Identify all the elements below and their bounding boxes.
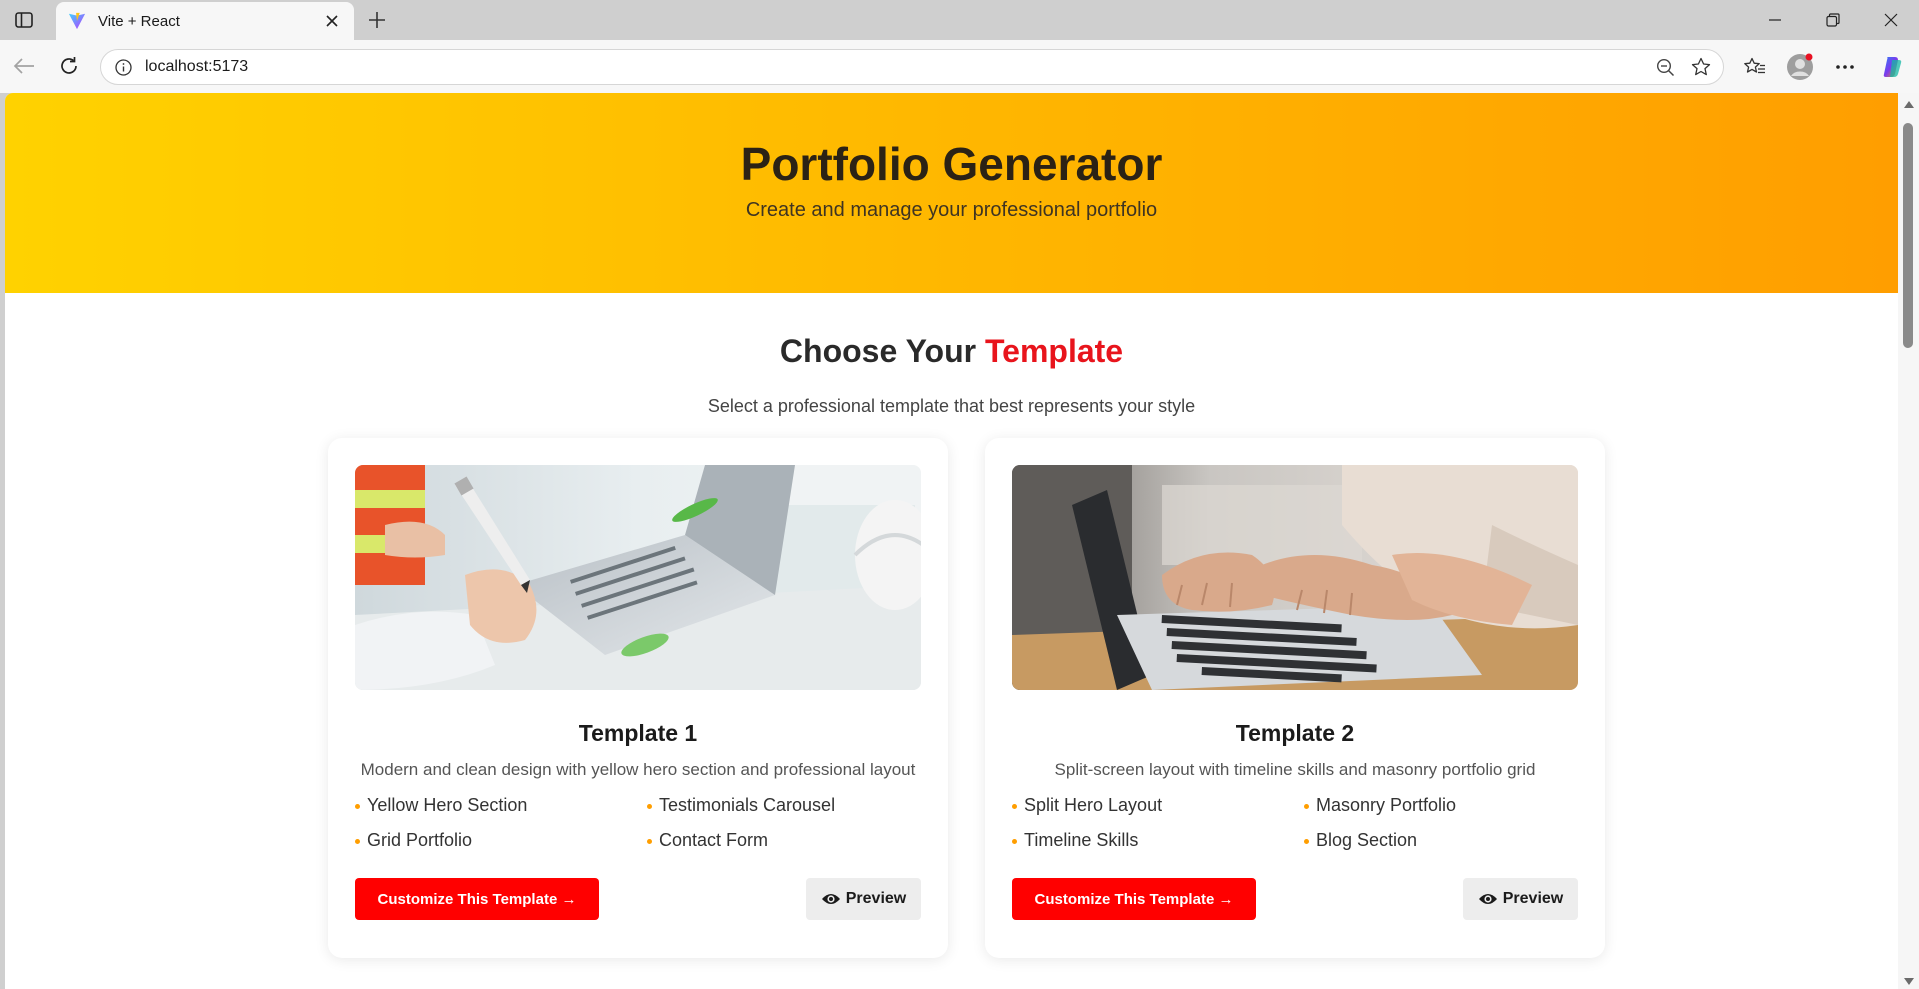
bullet-icon: [1304, 803, 1309, 809]
vite-favicon-icon: [68, 12, 86, 30]
zoom-out-icon[interactable]: [1647, 52, 1683, 82]
close-icon[interactable]: [322, 11, 342, 31]
page-viewport: Portfolio Generator Create and manage yo…: [5, 93, 1898, 989]
preview-label: Preview: [845, 890, 907, 907]
profile-icon[interactable]: [1785, 52, 1815, 82]
template-title: Template 2: [1235, 720, 1355, 746]
browser-tab-bar: Vite + React: [0, 0, 1919, 40]
preview-label: Preview: [1502, 890, 1564, 907]
template-title: Template 1: [578, 720, 698, 746]
feature-item: Contact Form: [647, 829, 921, 851]
feature-label: Blog Section: [1316, 829, 1418, 850]
template-card-2: Template 2 Split-screen layout with time…: [985, 438, 1605, 958]
url-text[interactable]: localhost:5173: [145, 58, 1647, 76]
bullet-icon: [647, 803, 652, 809]
bullet-icon: [355, 838, 360, 844]
address-bar[interactable]: localhost:5173: [100, 49, 1724, 85]
template-1-image: [355, 465, 921, 690]
tab-title: Vite + React: [98, 12, 180, 30]
feature-label: Split Hero Layout: [1024, 794, 1163, 815]
section-title-text: Choose Your: [779, 333, 985, 369]
reload-icon[interactable]: [55, 52, 83, 80]
close-window-icon[interactable]: [1862, 0, 1919, 40]
feature-label: Grid Portfolio: [367, 829, 473, 850]
more-icon[interactable]: [1830, 52, 1860, 82]
preview-button[interactable]: Preview: [806, 878, 921, 920]
bullet-icon: [1012, 803, 1017, 809]
plus-icon[interactable]: [364, 7, 390, 33]
tab-panel-icon[interactable]: [13, 9, 35, 31]
star-icon[interactable]: [1683, 52, 1719, 82]
template-description: Split-screen layout with timeline skills…: [1054, 760, 1536, 779]
feature-label: Contact Form: [659, 829, 769, 850]
browser-toolbar: localhost:5173: [0, 40, 1919, 93]
bullet-icon: [355, 803, 360, 809]
hero-banner: Portfolio Generator Create and manage yo…: [5, 93, 1898, 293]
page-subtitle: Create and manage your professional port…: [745, 199, 1158, 221]
template-card-1: Template 1 Modern and clean design with …: [328, 438, 948, 958]
feature-item: Yellow Hero Section: [355, 794, 647, 816]
copilot-icon[interactable]: [1877, 52, 1907, 82]
page-title: Portfolio Generator: [740, 138, 1163, 190]
bullet-icon: [1304, 838, 1309, 844]
scroll-down-icon[interactable]: [1904, 978, 1914, 985]
eye-icon: [1478, 894, 1497, 904]
customize-template-button[interactable]: Customize This Template →: [1012, 878, 1256, 920]
scroll-up-icon[interactable]: [1904, 101, 1914, 108]
feature-item: Split Hero Layout: [1012, 794, 1304, 816]
section-title-accent: Template: [984, 333, 1124, 369]
feature-item: Testimonials Carousel: [647, 794, 921, 816]
feature-item: Blog Section: [1304, 829, 1578, 851]
restore-icon[interactable]: [1804, 0, 1862, 40]
page-scrollbar[interactable]: [1898, 93, 1919, 989]
section-subtitle: Select a professional template that best…: [707, 396, 1196, 416]
preview-button[interactable]: Preview: [1463, 878, 1578, 920]
feature-label: Yellow Hero Section: [367, 794, 528, 815]
eye-icon: [821, 894, 840, 904]
favorites-icon[interactable]: [1740, 52, 1770, 82]
info-icon[interactable]: [113, 57, 133, 77]
feature-label: Testimonials Carousel: [659, 794, 836, 815]
feature-list: Yellow Hero Section Testimonials Carouse…: [355, 794, 921, 851]
feature-item: Masonry Portfolio: [1304, 794, 1578, 816]
template-2-image: [1012, 465, 1578, 690]
customize-template-button[interactable]: Customize This Template →: [355, 878, 599, 920]
minimize-icon[interactable]: [1746, 0, 1804, 40]
section-title: Choose Your Template: [5, 333, 1898, 370]
feature-label: Masonry Portfolio: [1316, 794, 1457, 815]
feature-item: Timeline Skills: [1012, 829, 1304, 851]
bullet-icon: [647, 838, 652, 844]
scrollbar-thumb[interactable]: [1903, 123, 1913, 348]
feature-label: Timeline Skills: [1024, 829, 1139, 850]
feature-list: Split Hero Layout Masonry Portfolio Time…: [1012, 794, 1578, 851]
bullet-icon: [1012, 838, 1017, 844]
back-arrow-icon[interactable]: [10, 52, 38, 80]
template-description: Modern and clean design with yellow hero…: [360, 760, 916, 779]
feature-item: Grid Portfolio: [355, 829, 647, 851]
browser-tab[interactable]: Vite + React: [56, 2, 354, 40]
